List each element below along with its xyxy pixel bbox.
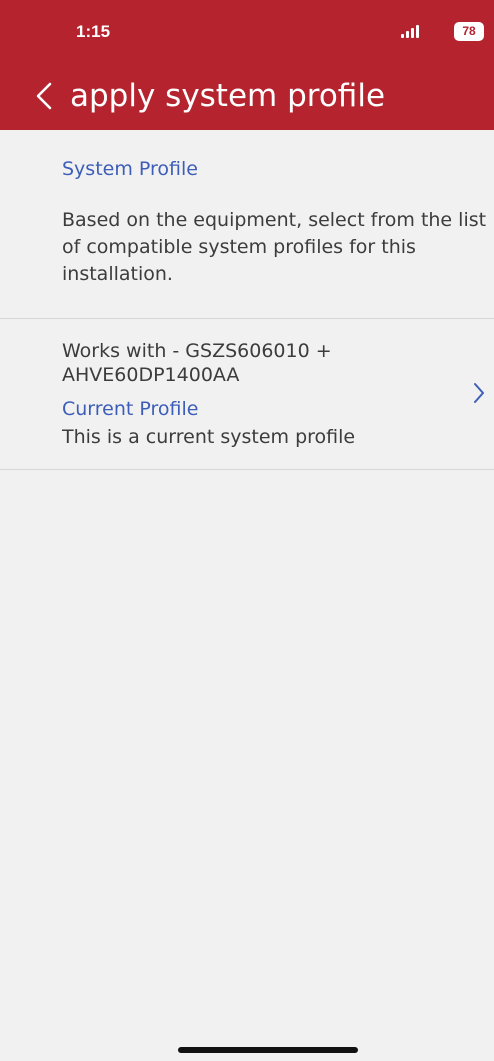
profile-equipment: Works with - GSZS606010 + AHVE60DP1400AA [62,340,332,386]
profile-list-item[interactable]: Works with - GSZS606010 + AHVE60DP1400AA… [0,319,494,469]
profile-label: Current Profile [62,398,199,420]
app-header: 1:15 78 apply system profile [0,0,494,130]
status-time: 1:15 [76,22,111,41]
divider [0,469,494,470]
profile-description: This is a current system profile [62,426,356,448]
page-title: apply system profile [70,78,386,114]
section-description: Based on the equipment, select from the … [62,209,487,285]
section-title: System Profile [62,158,198,180]
battery-icon: 78 [454,22,484,41]
chevron-right-icon [474,383,484,403]
battery-level: 78 [462,24,476,38]
back-chevron-icon[interactable] [34,82,54,110]
home-indicator[interactable] [178,1047,358,1053]
cellular-signal-icon [401,24,423,38]
